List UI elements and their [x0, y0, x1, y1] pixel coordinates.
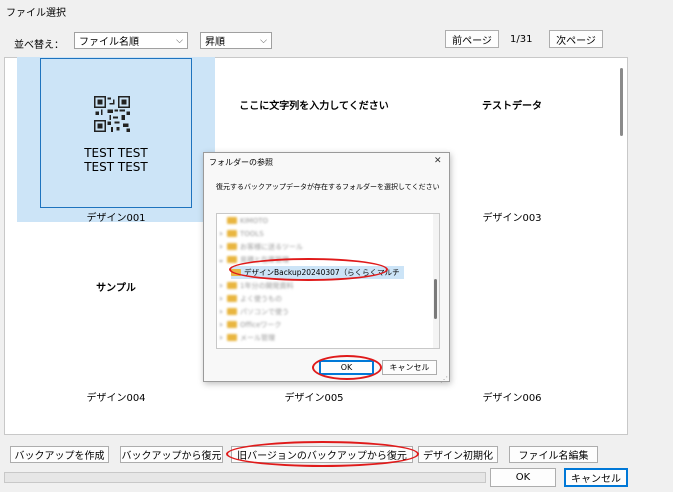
folder-icon — [227, 243, 237, 250]
design-002-text: ここに文字列を入力してください — [239, 101, 389, 112]
progress-bar — [4, 472, 486, 483]
folder-icon — [227, 334, 237, 341]
sort-order-value: 昇順 — [205, 37, 225, 48]
chevron-down-icon: ⌄ — [217, 255, 225, 264]
tree-item[interactable]: › パソコンで使う — [217, 305, 289, 318]
design-004-label: デザイン004 — [86, 393, 146, 404]
design-text-line-2: TEST TEST — [84, 160, 148, 174]
initialize-design-button[interactable]: デザイン初期化 — [418, 446, 498, 463]
dialog-instruction: 復元するバックアップデータが存在するフォルダーを選択してください — [216, 183, 440, 191]
folder-icon — [227, 295, 237, 302]
chevron-right-icon: › — [219, 294, 223, 303]
tree-item[interactable]: › よく使うもの — [217, 292, 282, 305]
design-006-label: デザイン006 — [482, 393, 542, 404]
chevron-down-icon: ⌵ — [176, 36, 183, 46]
design-005-label: デザイン005 — [284, 393, 344, 404]
design-text: TEST TEST TEST TEST — [40, 146, 192, 174]
folder-icon — [227, 256, 237, 263]
folder-icon — [227, 308, 237, 315]
design-001-label: デザイン001 — [86, 213, 146, 224]
restore-backup-button[interactable]: バックアップから復元 — [120, 446, 223, 463]
folder-icon — [227, 282, 237, 289]
design-003-text: テストデータ — [482, 101, 542, 112]
tree-item[interactable]: › Officeワーク — [217, 318, 281, 331]
cancel-button[interactable]: キャンセル — [564, 468, 628, 487]
tree-scrollbar-thumb[interactable] — [434, 279, 437, 319]
folder-icon — [227, 230, 237, 237]
chevron-right-icon: › — [219, 307, 223, 316]
annotation-ellipse — [226, 441, 419, 467]
folder-tree[interactable]: KIMOTO › TOOLS › お客様に送るツール ⌄ 見積と在庫管理 デザインBa… — [216, 213, 440, 349]
folder-icon — [227, 217, 237, 224]
design-thumbnail[interactable] — [40, 58, 192, 208]
tree-item[interactable]: › 1年分の開発資料 — [217, 279, 293, 292]
sort-order-select[interactable]: 昇順 ⌵ — [200, 32, 272, 49]
folder-icon — [227, 321, 237, 328]
tree-item[interactable]: › メール管理 — [217, 331, 275, 344]
create-backup-button[interactable]: バックアップを作成 — [10, 446, 109, 463]
chevron-right-icon: › — [219, 333, 223, 342]
chevron-right-icon: › — [219, 229, 223, 238]
prev-page-button[interactable]: 前ページ — [445, 30, 499, 48]
chevron-right-icon: › — [219, 281, 223, 290]
grid-scrollbar-thumb[interactable] — [620, 68, 623, 136]
design-text-line-1: TEST TEST — [84, 146, 148, 160]
rename-file-button[interactable]: ファイル名編集 — [509, 446, 598, 463]
annotation-ellipse — [312, 355, 382, 380]
sort-label: 並べ替え： — [14, 40, 64, 51]
annotation-ellipse — [229, 258, 388, 281]
sort-field-value: ファイル名順 — [79, 37, 139, 48]
design-004-text: サンプル — [96, 283, 136, 294]
dialog-cancel-button[interactable]: キャンセル — [382, 360, 437, 375]
ok-button[interactable]: OK — [490, 468, 556, 487]
qr-code-icon — [94, 96, 130, 132]
chevron-right-icon: › — [219, 320, 223, 329]
chevron-down-icon: ⌵ — [260, 36, 267, 46]
tree-item[interactable]: KIMOTO — [217, 214, 268, 227]
chevron-right-icon: › — [219, 242, 223, 251]
dialog-title: フォルダーの参照 — [209, 158, 273, 167]
page-indicator: 1/31 — [510, 34, 533, 45]
tree-item[interactable]: › TOOLS — [217, 227, 263, 240]
sort-field-select[interactable]: ファイル名順 ⌵ — [74, 32, 188, 49]
next-page-button[interactable]: 次ページ — [549, 30, 603, 48]
resize-grip-icon[interactable]: ⋰ — [440, 375, 448, 384]
tree-item[interactable]: › お客様に送るツール — [217, 240, 302, 253]
window-title: ファイル選択 — [6, 8, 66, 19]
close-icon[interactable]: ✕ — [434, 156, 442, 166]
